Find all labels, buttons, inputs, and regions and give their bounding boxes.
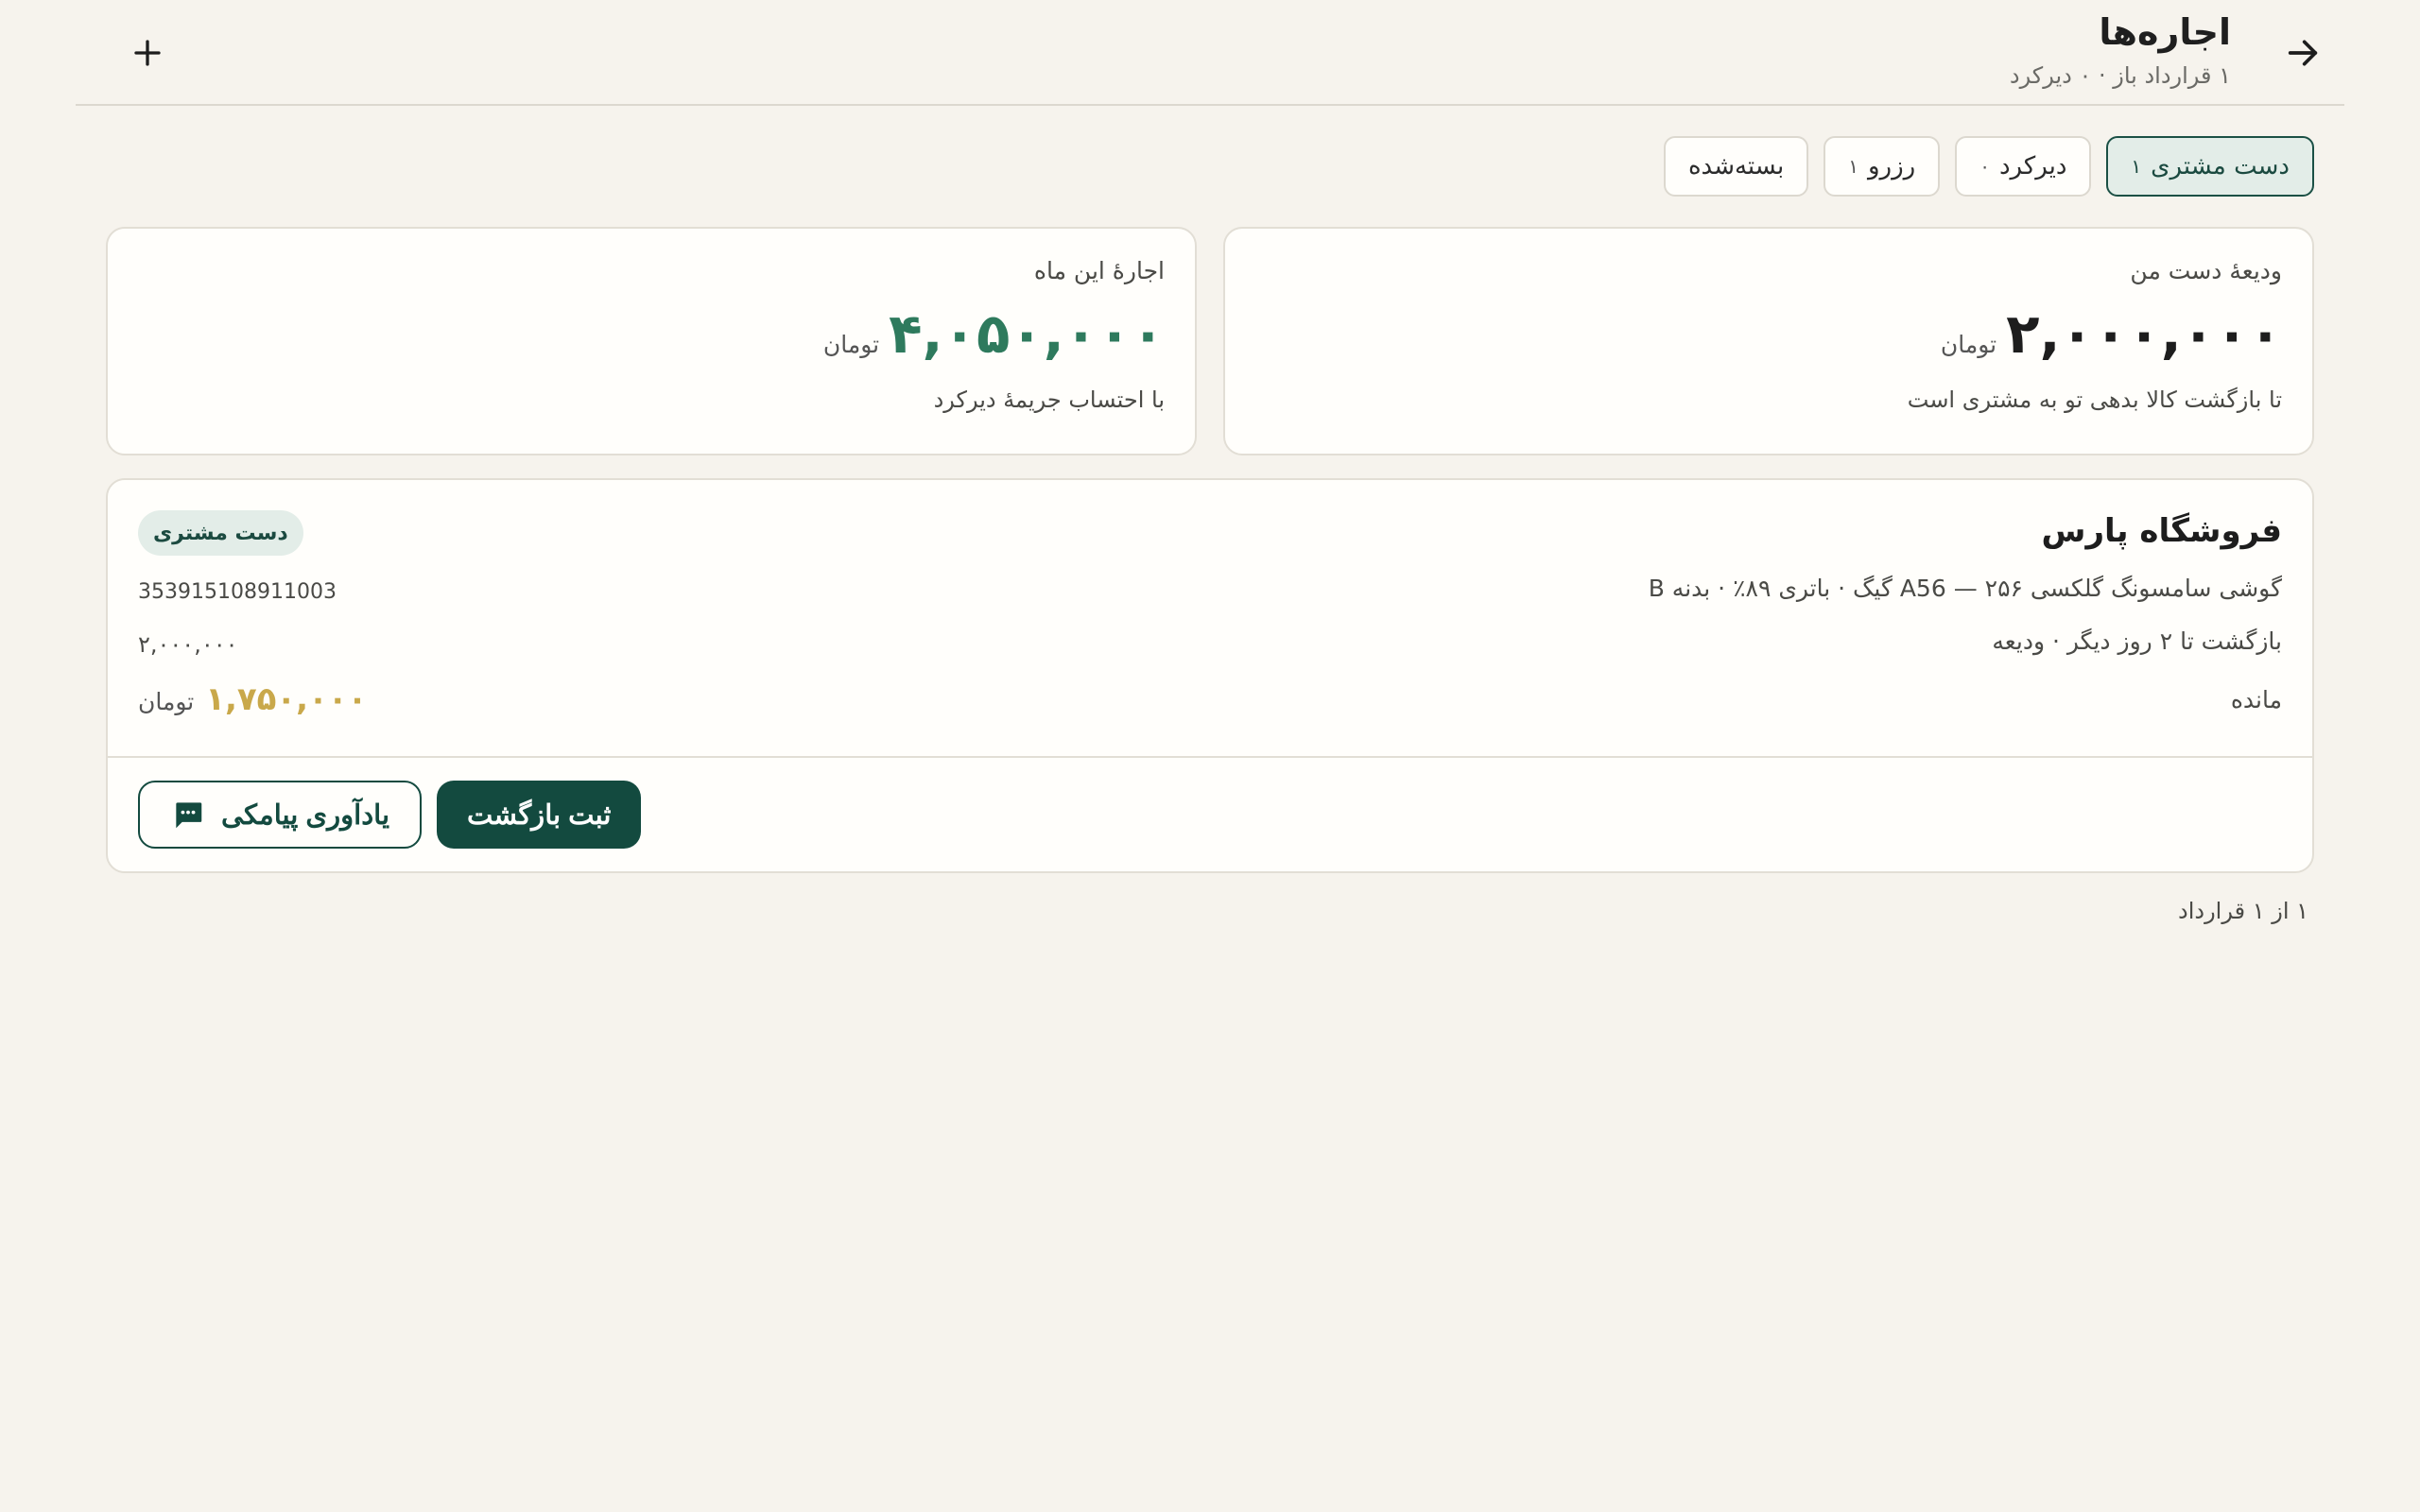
plus-icon (134, 40, 161, 66)
chip-label: دیرکرد (1998, 152, 2067, 180)
sms-icon (176, 802, 202, 829)
add-button[interactable] (123, 28, 172, 77)
chip-count: ۱ (2131, 155, 2142, 178)
stat-note: تا بازگشت کالا بدهی تو به مشتری است (1907, 387, 2282, 413)
stat-note: با احتساب جریمهٔ دیرکرد (933, 387, 1165, 413)
chip-count: ۰ (1979, 155, 1990, 178)
chip-count: ۱ (1848, 155, 1858, 178)
stat-value-row: ۴,۰۵۰,۰۰۰ تومان (138, 301, 1165, 366)
rentals-page: اجاره‌ها ۱ قرارداد باز · ۰ دیرکرد دست مش… (0, 0, 2420, 1512)
remaining-label: مانده (2230, 686, 2282, 713)
register-return-button[interactable]: ثبت بازگشت (437, 781, 642, 849)
remaining-amount-row: ۱,۷۵۰,۰۰۰ تومان (138, 680, 367, 718)
title-block: اجاره‌ها ۱ قرارداد باز · ۰ دیرکرد (2010, 8, 2231, 89)
store-name: فروشگاه پارس (2041, 512, 2282, 550)
stat-unit: تومان (1940, 331, 1997, 358)
imei-number: 353915108911003 (138, 580, 337, 604)
chip-label: بسته‌شده (1687, 152, 1785, 180)
deposit-amount: ۲,۰۰۰,۰۰۰ (138, 631, 238, 658)
stat-unit: تومان (822, 331, 880, 358)
contract-card[interactable]: فروشگاه پارس گوشی سامسونگ گلکسی A56 — ۲۵… (106, 478, 2314, 873)
return-info: بازگشت تا ۲ روز دیگر · ودیعه (1992, 627, 2282, 655)
contract-details: فروشگاه پارس گوشی سامسونگ گلکسی A56 — ۲۵… (108, 480, 2312, 758)
monthly-rent-card: اجارهٔ این ماه ۴,۰۵۰,۰۰۰ تومان با احتساب… (106, 227, 1197, 455)
sms-reminder-button[interactable]: یادآوری پیامکی (138, 781, 423, 849)
filter-chip-reserved[interactable]: رزرو ۱ (1824, 136, 1941, 197)
filter-chips: دست مشتری ۱ دیرکرد ۰ رزرو ۱ بسته‌شده (1663, 136, 2314, 197)
stat-value: ۴,۰۵۰,۰۰۰ (889, 301, 1165, 366)
stat-value-row: ۲,۰۰۰,۰۰۰ تومان (1255, 301, 2282, 366)
back-button[interactable] (2278, 28, 2327, 77)
sms-reminder-label: یادآوری پیامکی (221, 799, 390, 831)
page-title: اجاره‌ها (2099, 11, 2231, 53)
filter-chip-closed[interactable]: بسته‌شده (1663, 136, 1809, 197)
remaining-value: ۱,۷۵۰,۰۰۰ (205, 680, 368, 718)
pagination-summary: ۱ از ۱ قرارداد (2178, 898, 2308, 924)
status-badge: دست مشتری (138, 510, 303, 556)
remaining-unit: تومان (138, 688, 195, 715)
chip-label: دست مشتری (2151, 152, 2290, 180)
arrow-right-icon (2288, 40, 2318, 66)
stat-label: اجارهٔ این ماه (1033, 257, 1165, 284)
filter-chip-with-customer[interactable]: دست مشتری ۱ (2106, 136, 2314, 197)
device-description: گوشی سامسونگ گلکسی A56 — ۲۵۶ گیگ · باتری… (1648, 575, 2282, 602)
stat-label: ودیعهٔ دست من (2130, 257, 2282, 284)
stat-value: ۲,۰۰۰,۰۰۰ (2006, 301, 2282, 366)
filter-chip-overdue[interactable]: دیرکرد ۰ (1955, 136, 2092, 197)
page-header: اجاره‌ها ۱ قرارداد باز · ۰ دیرکرد (76, 0, 2344, 106)
contract-actions: ثبت بازگشت یادآوری پیامکی (138, 781, 642, 849)
deposit-held-card: ودیعهٔ دست من ۲,۰۰۰,۰۰۰ تومان تا بازگشت … (1223, 227, 2314, 455)
page-subtitle: ۱ قرارداد باز · ۰ دیرکرد (2009, 62, 2231, 89)
chip-label: رزرو (1867, 152, 1916, 180)
